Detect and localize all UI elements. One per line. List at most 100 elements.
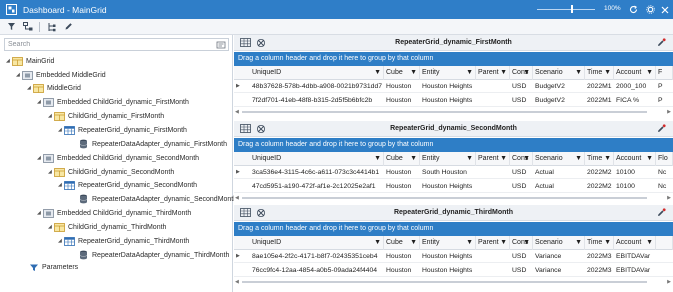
edit-grid-icon[interactable] xyxy=(656,124,667,134)
table-cell[interactable]: 2022M1 xyxy=(585,94,614,107)
column-filter-icon[interactable]: ▼ xyxy=(466,236,473,250)
table-cell[interactable]: USD xyxy=(510,264,533,277)
table-cell[interactable]: BudgetV2 xyxy=(533,80,585,93)
table-row[interactable]: 47cd5951-a190-472f-af1e-2c12025e2af1 Hous… xyxy=(234,180,673,193)
column-filter-icon[interactable]: ▼ xyxy=(374,236,381,250)
column-header[interactable]: Cons ▼ xyxy=(510,66,533,80)
column-filter-icon[interactable]: ▼ xyxy=(500,236,507,250)
column-header[interactable]: Account ▼ xyxy=(614,236,656,250)
table-cell[interactable]: Houston xyxy=(384,94,420,107)
tree-node[interactable]: ◢ RepeaterGrid_dynamic_ThirdMonth xyxy=(58,235,189,247)
column-header[interactable]: Entity ▼ xyxy=(420,66,476,80)
search-input[interactable] xyxy=(5,39,205,50)
tree-structure-icon[interactable] xyxy=(45,21,57,33)
group-by-drop-area[interactable]: Drag a column header and drop it here to… xyxy=(234,138,673,152)
table-cell[interactable]: 8ae105e4-2f2c-4171-b8f7-02435351ceb4 xyxy=(250,250,384,263)
tree-node[interactable]: ◢ Embedded ChildGrid_dynamic_FirstMonth xyxy=(37,96,189,108)
horizontal-scrollbar[interactable]: ◀ ▶ xyxy=(234,279,673,285)
column-filter-icon[interactable]: ▼ xyxy=(374,152,381,166)
table-cell[interactable]: Houston xyxy=(384,264,420,277)
scrollbar-thumb[interactable] xyxy=(242,281,647,283)
column-header[interactable]: Scenario ▼ xyxy=(533,152,585,166)
scrollbar-thumb[interactable] xyxy=(242,197,647,199)
table-cell[interactable]: Houston Heights xyxy=(420,250,476,263)
tree-node[interactable]: ◢ Embedded MiddleGrid xyxy=(16,69,106,81)
table-cell[interactable]: 10100 xyxy=(614,166,656,179)
table-cell[interactable]: Houston Heights xyxy=(420,94,476,107)
table-cell[interactable]: USD xyxy=(510,180,533,193)
column-filter-icon[interactable]: ▼ xyxy=(575,152,582,166)
tree-node[interactable]: ◢ MiddleGrid xyxy=(27,82,81,94)
table-cell[interactable]: South Houston xyxy=(420,166,476,179)
column-header[interactable]: Parent ▼ xyxy=(476,152,510,166)
refresh-icon[interactable] xyxy=(628,4,639,15)
table-cell[interactable] xyxy=(476,180,510,193)
column-filter-icon[interactable]: ▼ xyxy=(523,236,530,250)
settings-icon[interactable] xyxy=(645,4,656,15)
table-cell[interactable]: Houston xyxy=(384,250,420,263)
search-options-icon[interactable] xyxy=(216,40,226,50)
table-row[interactable]: ▶ 3ca536e4-3115-4c6c-a611-073c3c4414b1 Hou… xyxy=(234,166,673,179)
scroll-left-icon[interactable]: ◀ xyxy=(235,279,239,285)
group-by-drop-area[interactable]: Drag a column header and drop it here to… xyxy=(234,52,673,66)
edit-grid-icon[interactable] xyxy=(656,208,667,218)
column-header[interactable]: Time ▼ xyxy=(585,152,614,166)
column-filter-icon[interactable]: ▼ xyxy=(646,66,653,80)
column-header[interactable]: Cons ▼ xyxy=(510,236,533,250)
column-header[interactable]: Entity ▼ xyxy=(420,236,476,250)
table-cell[interactable]: 2022M3 xyxy=(585,250,614,263)
tree-node[interactable]: RepeaterDataAdapter_dynamic_FirstMonth xyxy=(72,138,227,150)
scroll-right-icon[interactable]: ▶ xyxy=(667,109,671,115)
table-cell[interactable]: 2022M2 xyxy=(585,180,614,193)
table-cell[interactable]: 3ca536e4-3115-4c6c-a611-073c3c4414b1 xyxy=(250,166,384,179)
column-header[interactable] xyxy=(656,236,673,250)
tree-node[interactable]: ◢ ChildGrid_dynamic_SecondMonth xyxy=(48,166,174,178)
table-cell[interactable]: USD xyxy=(510,80,533,93)
search-box[interactable] xyxy=(4,38,229,51)
table-cell[interactable]: Houston Heights xyxy=(420,180,476,193)
column-header[interactable]: F xyxy=(656,66,673,80)
tree-node[interactable]: ◢ MainGrid xyxy=(6,55,54,67)
column-filter-icon[interactable]: ▼ xyxy=(410,152,417,166)
table-cell[interactable]: Nc xyxy=(656,166,673,179)
table-cell[interactable]: USD xyxy=(510,250,533,263)
table-cell[interactable] xyxy=(476,80,510,93)
column-header[interactable]: Time ▼ xyxy=(585,236,614,250)
table-cell[interactable]: EBITDAVar xyxy=(614,250,656,263)
column-filter-icon[interactable]: ▼ xyxy=(523,66,530,80)
column-filter-icon[interactable]: ▼ xyxy=(604,152,611,166)
table-cell[interactable]: Houston xyxy=(384,166,420,179)
table-cell[interactable]: Houston xyxy=(384,180,420,193)
scroll-right-icon[interactable]: ▶ xyxy=(667,279,671,285)
column-filter-icon[interactable]: ▼ xyxy=(410,236,417,250)
table-cell[interactable]: Houston Heights xyxy=(420,80,476,93)
table-cell[interactable]: 76cc9fc4-12aa-4854-a0b5-09ada24f4404 xyxy=(250,264,384,277)
column-header[interactable]: Time ▼ xyxy=(585,66,614,80)
column-filter-icon[interactable]: ▼ xyxy=(466,152,473,166)
table-row[interactable]: 76cc9fc4-12aa-4854-a0b5-09ada24f4404 Hous… xyxy=(234,264,673,277)
hierarchy-view-icon[interactable] xyxy=(22,21,34,33)
column-filter-icon[interactable]: ▼ xyxy=(575,236,582,250)
column-header[interactable]: Cube ▼ xyxy=(384,66,420,80)
edit-pencil-icon[interactable] xyxy=(62,21,74,33)
column-filter-icon[interactable]: ▼ xyxy=(646,152,653,166)
column-header[interactable]: Parent ▼ xyxy=(476,66,510,80)
column-filter-icon[interactable]: ▼ xyxy=(466,66,473,80)
column-filter-icon[interactable]: ▼ xyxy=(604,236,611,250)
column-header[interactable]: Cube ▼ xyxy=(384,236,420,250)
zoom-slider[interactable] xyxy=(537,9,595,10)
table-cell[interactable]: Houston xyxy=(384,80,420,93)
table-cell[interactable]: 10100 xyxy=(614,180,656,193)
horizontal-scrollbar[interactable]: ◀ ▶ xyxy=(234,109,673,115)
table-cell[interactable] xyxy=(656,250,673,263)
table-cell[interactable]: BudgetV2 xyxy=(533,94,585,107)
table-cell[interactable]: 47cd5951-a190-472f-af1e-2c12025e2af1 xyxy=(250,180,384,193)
column-filter-icon[interactable]: ▼ xyxy=(523,152,530,166)
tree-node[interactable]: ◢ ChildGrid_dynamic_FirstMonth xyxy=(48,110,164,122)
table-cell[interactable]: 48b37628-578b-4dbb-a908-0021b9731dd7 xyxy=(250,80,384,93)
column-filter-icon[interactable]: ▼ xyxy=(410,66,417,80)
table-cell[interactable]: 7f2df701-41eb-48f8-b315-2d5f5b6bfc2b xyxy=(250,94,384,107)
tree-node[interactable]: ◢ RepeaterGrid_dynamic_SecondMonth xyxy=(58,179,197,191)
column-header[interactable]: UniqueID ▼ xyxy=(250,66,384,80)
filter-icon[interactable] xyxy=(5,21,17,33)
